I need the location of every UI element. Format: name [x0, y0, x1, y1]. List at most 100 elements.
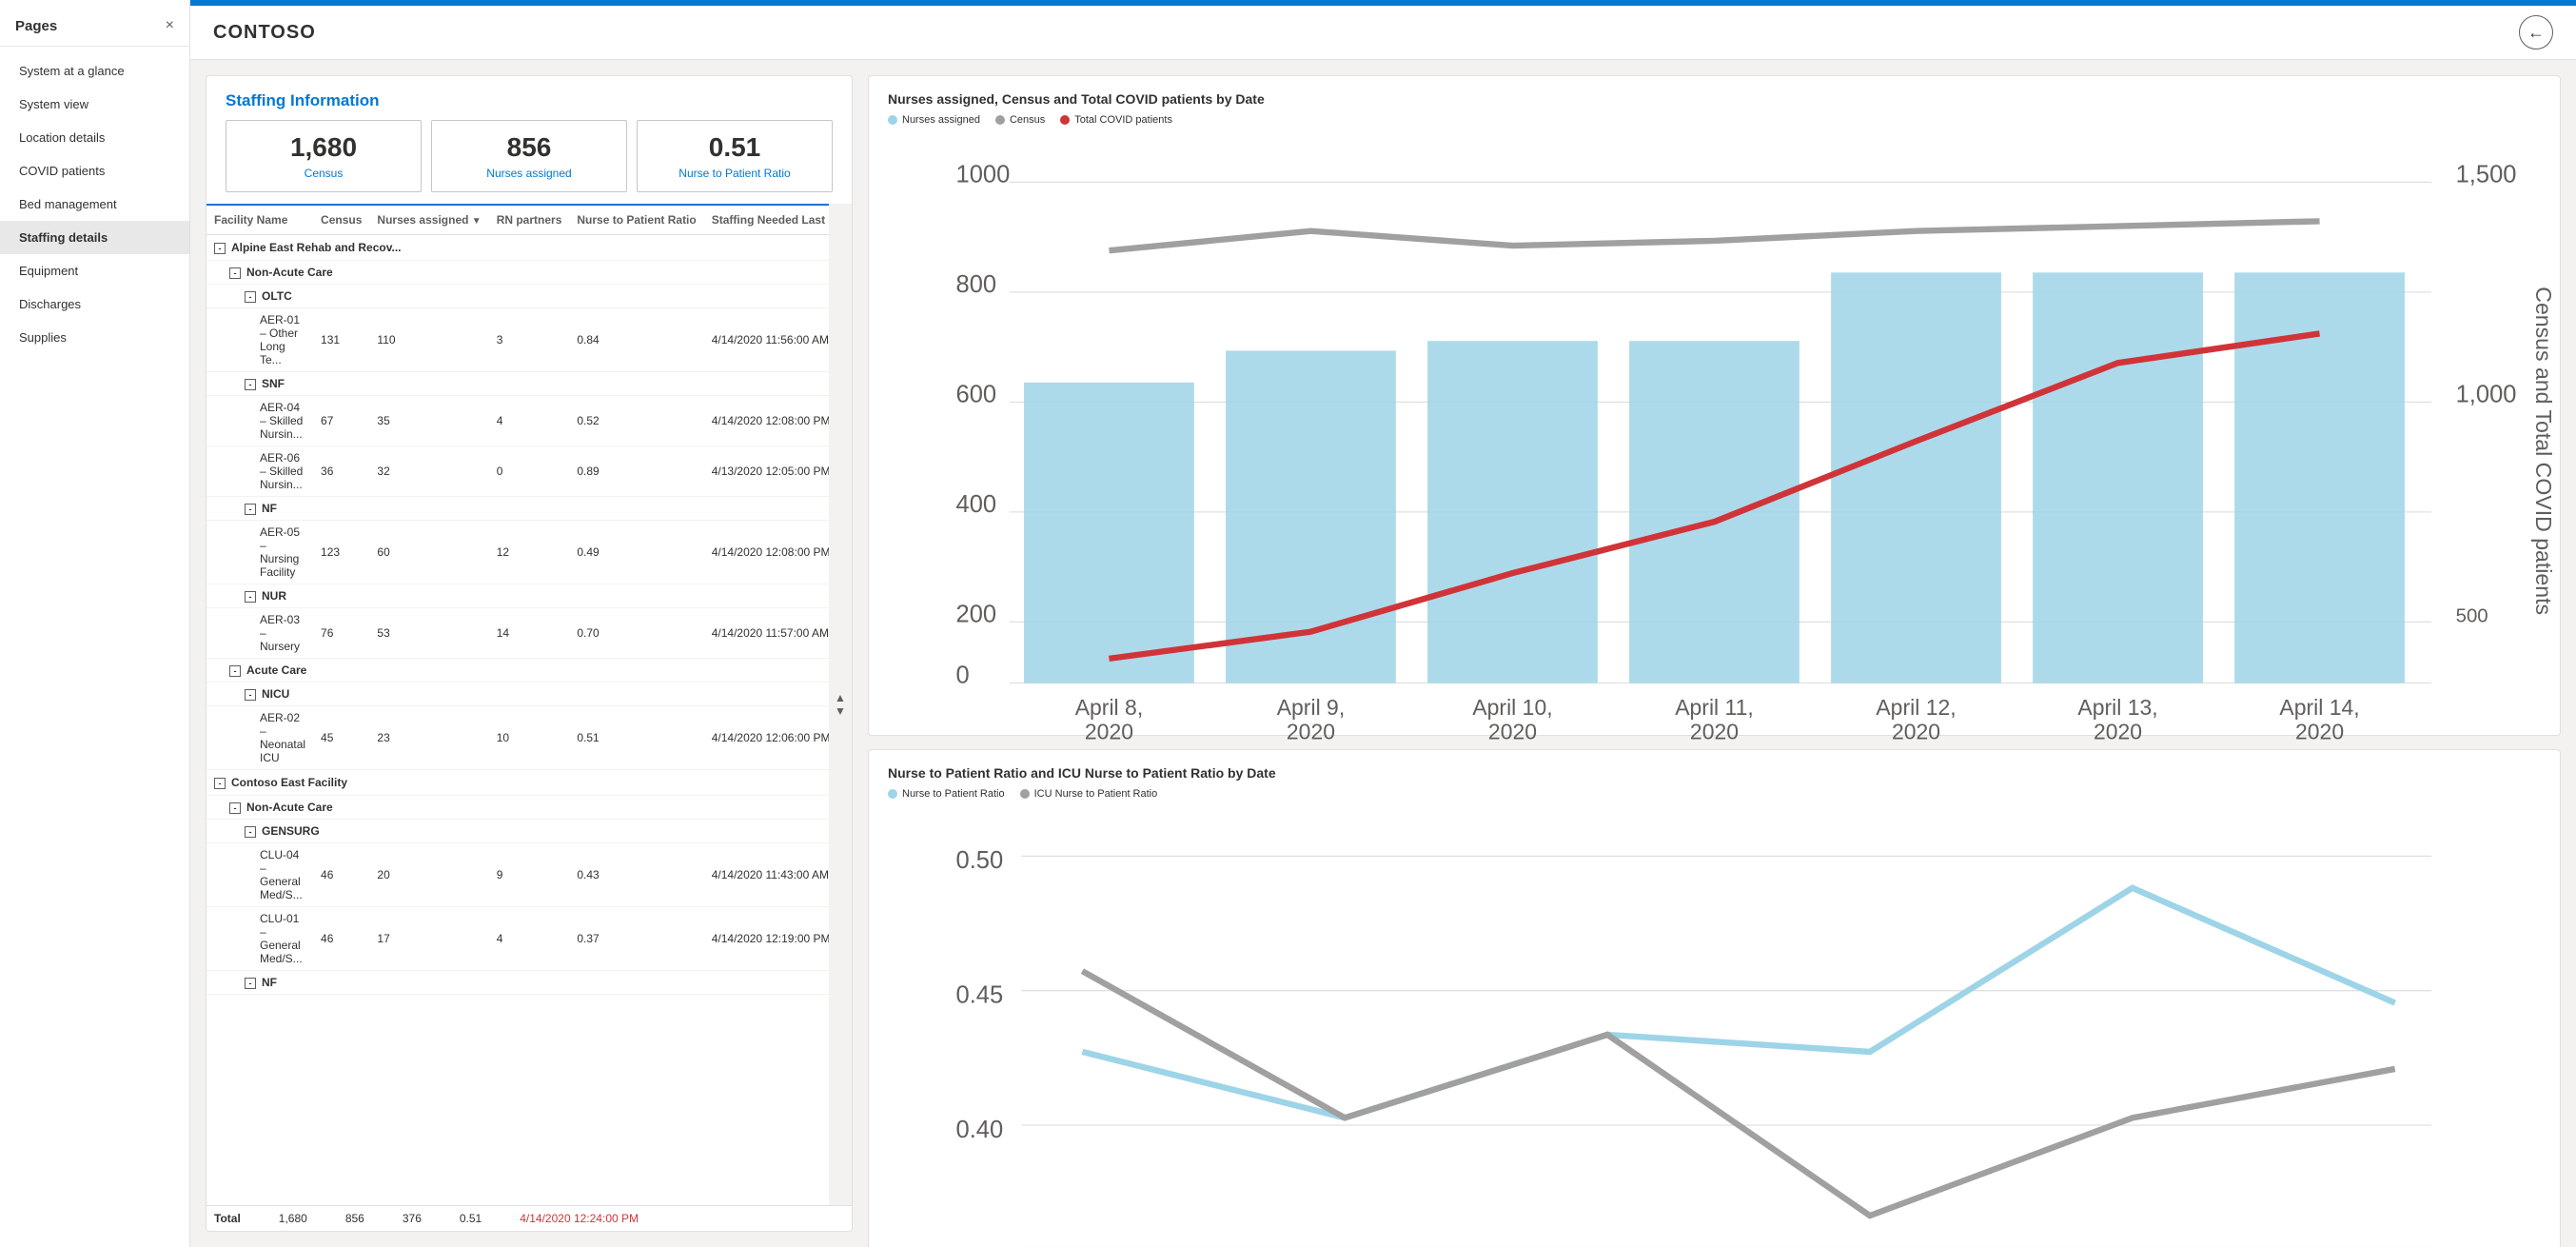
- cell-4: 0.70: [569, 608, 703, 659]
- svg-text:500: 500: [2456, 604, 2488, 626]
- col-header-1: Census: [313, 206, 369, 235]
- cell-2: 17: [369, 907, 488, 971]
- expand-icon[interactable]: -: [245, 689, 256, 701]
- svg-text:0.40: 0.40: [956, 1117, 1004, 1143]
- expand-icon[interactable]: -: [229, 665, 241, 677]
- legend-dot: [888, 789, 897, 799]
- sidebar-item-location-details[interactable]: Location details: [0, 121, 189, 154]
- cell-2: 60: [369, 521, 488, 584]
- svg-text:April 8,: April 8,: [1075, 695, 1144, 720]
- legend-dot: [995, 115, 1005, 125]
- chart1-title: Nurses assigned, Census and Total COVID …: [888, 91, 2541, 107]
- svg-text:1000: 1000: [956, 161, 1011, 188]
- cell-2: 35: [369, 396, 488, 446]
- facility-name: -Alpine East Rehab and Recov...: [206, 235, 829, 261]
- cell-3: 9: [489, 843, 570, 907]
- table-row: -Non-Acute Care: [206, 796, 829, 820]
- cell-1: 67: [313, 396, 369, 446]
- expand-icon[interactable]: -: [245, 379, 256, 390]
- footer-ratio: 0.51: [460, 1212, 482, 1225]
- sidebar-item-discharges[interactable]: Discharges: [0, 287, 189, 321]
- cell-3: 4: [489, 907, 570, 971]
- table-row: -Contoso East Facility: [206, 770, 829, 796]
- sidebar-item-staffing-details[interactable]: Staffing details: [0, 221, 189, 254]
- svg-text:0.50: 0.50: [956, 847, 1004, 874]
- legend-dot: [1060, 115, 1070, 125]
- table-header-row: Facility NameCensusNurses assigned ▼RN p…: [206, 206, 829, 235]
- cell-2: 53: [369, 608, 488, 659]
- svg-text:1,000: 1,000: [2456, 381, 2517, 407]
- app-header: CONTOSO ←: [190, 6, 2576, 60]
- svg-text:2020: 2020: [1690, 720, 1739, 744]
- cell-3: 4: [489, 396, 570, 446]
- sidebar-item-covid-patients[interactable]: COVID patients: [0, 154, 189, 188]
- sidebar-close-button[interactable]: ×: [166, 17, 174, 34]
- svg-text:April 13,: April 13,: [2077, 695, 2157, 720]
- legend-dot: [888, 115, 897, 125]
- expand-icon[interactable]: -: [245, 291, 256, 303]
- chart2-legend: Nurse to Patient Ratio ICU Nurse to Patie…: [888, 788, 2541, 800]
- expand-icon[interactable]: -: [229, 267, 241, 279]
- table-row: AER-03 – Nursery7653140.704/14/2020 11:5…: [206, 608, 829, 659]
- col-header-2: Nurses assigned ▼: [369, 206, 488, 235]
- svg-text:Census and Total COVID patient: Census and Total COVID patients: [2531, 287, 2556, 615]
- legend-item: ICU Nurse to Patient Ratio: [1020, 788, 1158, 800]
- cell-2: 110: [369, 308, 488, 372]
- footer-nurses: 856: [345, 1212, 364, 1225]
- sidebar-item-system-view[interactable]: System view: [0, 88, 189, 121]
- legend-label: Nurses assigned: [902, 114, 980, 126]
- sidebar-item-supplies[interactable]: Supplies: [0, 321, 189, 354]
- footer-date: 4/14/2020 12:24:00 PM: [520, 1212, 639, 1225]
- expand-icon[interactable]: -: [245, 591, 256, 603]
- expand-icon[interactable]: -: [245, 978, 256, 989]
- kpi-row: 1,680Census856Nurses assigned0.51Nurse t…: [206, 120, 852, 204]
- cell-4: 0.89: [569, 446, 703, 497]
- legend-label: Nurse to Patient Ratio: [902, 788, 1005, 800]
- kpi-label-0: Census: [242, 167, 405, 180]
- table-row: AER-05 – Nursing Facility12360120.494/14…: [206, 521, 829, 584]
- back-button[interactable]: ←: [2519, 15, 2553, 49]
- date-cell: 4/14/2020 11:43:00 AM: [704, 843, 829, 907]
- svg-text:April 9,: April 9,: [1277, 695, 1346, 720]
- chart2-area: 0.50 0.45 0.40: [888, 807, 2541, 1247]
- legend-dot: [1020, 789, 1030, 799]
- date-cell: 4/14/2020 11:56:00 AM: [704, 308, 829, 372]
- table-row: AER-02 – Neonatal ICU4523100.514/14/2020…: [206, 706, 829, 770]
- svg-text:200: 200: [956, 601, 997, 627]
- expand-icon[interactable]: -: [229, 802, 241, 814]
- sidebar-nav: System at a glanceSystem viewLocation de…: [0, 47, 189, 1247]
- kpi-value-2: 0.51: [653, 132, 816, 163]
- date-cell: 4/14/2020 12:08:00 PM: [704, 521, 829, 584]
- expand-icon[interactable]: -: [214, 243, 226, 254]
- expand-icon[interactable]: -: [245, 826, 256, 838]
- sidebar-item-system-at-a-glance[interactable]: System at a glance: [0, 54, 189, 88]
- content-area: Staffing Information 1,680Census856Nurse…: [190, 60, 2576, 1247]
- sidebar-item-bed-management[interactable]: Bed management: [0, 188, 189, 221]
- legend-item: Census: [995, 114, 1045, 126]
- staffing-title: Staffing Information: [226, 91, 833, 110]
- table-row: -NF: [206, 971, 829, 995]
- table-scroll-area: Facility NameCensusNurses assigned ▼RN p…: [206, 204, 852, 1205]
- cell-2: 23: [369, 706, 488, 770]
- cell-4: 0.49: [569, 521, 703, 584]
- group-name: -Acute Care: [206, 659, 829, 683]
- col-header-4: Nurse to Patient Ratio: [569, 206, 703, 235]
- table-row: -NICU: [206, 683, 829, 706]
- expand-icon[interactable]: -: [214, 778, 226, 789]
- expand-icon[interactable]: -: [245, 504, 256, 515]
- scroll-up-button[interactable]: ▲▼: [829, 204, 852, 1205]
- group-name: -Non-Acute Care: [206, 796, 829, 820]
- cell-4: 0.43: [569, 843, 703, 907]
- kpi-card-2: 0.51Nurse to Patient Ratio: [637, 120, 833, 192]
- sidebar-item-equipment[interactable]: Equipment: [0, 254, 189, 287]
- cell-1: 123: [313, 521, 369, 584]
- cell-0: AER-03 – Nursery: [206, 608, 313, 659]
- table-row: AER-06 – Skilled Nursin...363200.894/13/…: [206, 446, 829, 497]
- table-row: AER-01 – Other Long Te...13111030.844/14…: [206, 308, 829, 372]
- table-row: -NUR: [206, 584, 829, 608]
- staffing-table-container[interactable]: Facility NameCensusNurses assigned ▼RN p…: [206, 204, 829, 1205]
- col-header-5: Staffing Needed Last update: [704, 206, 829, 235]
- kpi-label-1: Nurses assigned: [447, 167, 611, 180]
- cell-0: AER-06 – Skilled Nursin...: [206, 446, 313, 497]
- cell-1: 45: [313, 706, 369, 770]
